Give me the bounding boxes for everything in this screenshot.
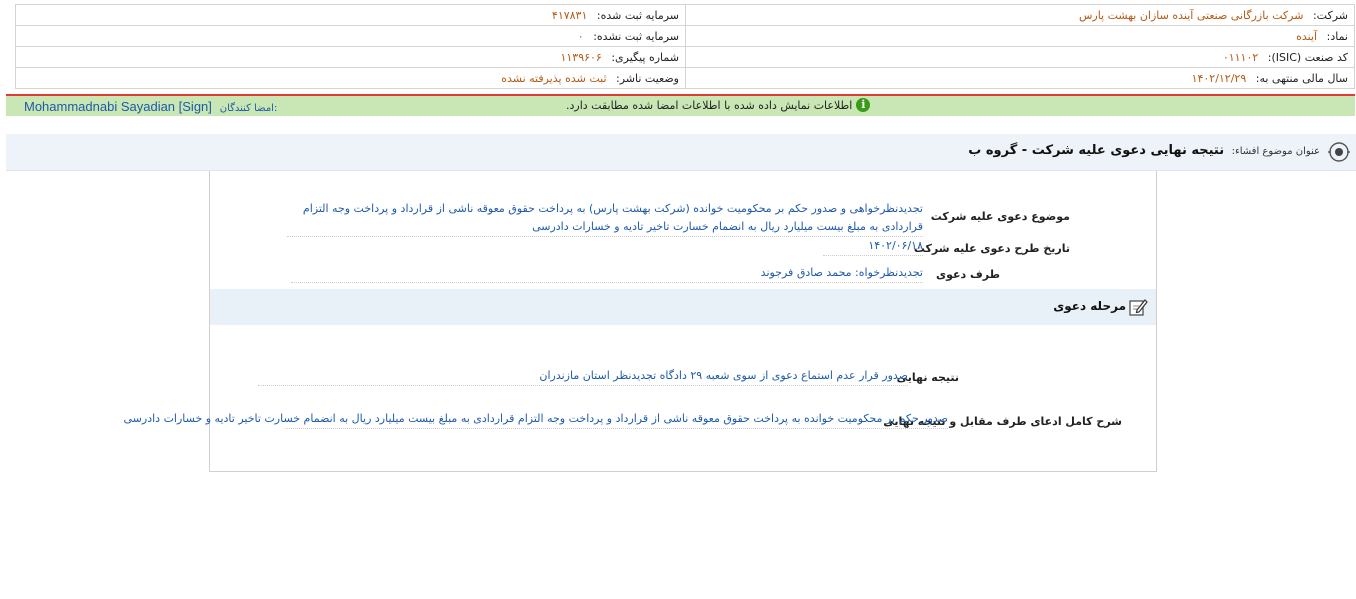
subject-value: تجدیدنظرخواهی و صدور حکم بر محکومیت خوان… bbox=[287, 200, 923, 237]
unregistered-capital-value: ۰ bbox=[577, 29, 584, 43]
registered-capital-label: سرمایه ثبت شده: bbox=[596, 8, 679, 22]
title-text: نتیجه نهایی دعوی علیه شرکت - گروه ب bbox=[968, 143, 1225, 158]
isic-value: ۰۱۱۱۰۲ bbox=[1222, 50, 1259, 64]
tracking-number-cell: شماره پیگیری: ۱۱۳۹۶۰۶ bbox=[15, 46, 686, 68]
unregistered-capital-cell: سرمایه ثبت نشده: ۰ bbox=[15, 25, 686, 47]
signer-link[interactable]: Mohammadnabi Sayadian [Sign] bbox=[24, 99, 212, 114]
stage-section-header: مرحله دعوی bbox=[210, 289, 1156, 325]
edit-icon bbox=[1129, 299, 1148, 316]
description-value: صدور حکم بر محکومیت خوانده به پرداخت حقو… bbox=[124, 410, 948, 429]
company-cell: شرکت: شرکت بازرگانی صنعتی آینده سازان به… bbox=[685, 4, 1355, 26]
subject-label: موضوع دعوی علیه شرکت bbox=[930, 210, 1070, 223]
fiscal-year-label: سال مالی منتهی به: bbox=[1255, 71, 1348, 85]
disclosure-title-bar: عنوان موضوع افشاء: نتیجه نهایی دعوی علیه… bbox=[6, 134, 1356, 171]
symbol-cell: نماد: آینده bbox=[685, 25, 1355, 47]
isic-label: کد صنعت (ISIC): bbox=[1267, 50, 1348, 64]
company-label: شرکت: bbox=[1312, 8, 1348, 22]
info-row: شماره پیگیری: ۱۱۳۹۶۰۶ کد صنعت (ISIC): ۰۱… bbox=[15, 46, 1355, 68]
publisher-status-cell: وضعیت ناشر: ثبت شده پذیرفته نشده bbox=[15, 67, 686, 89]
party-value: تجدیدنظرخواه: محمد صادق فرجوند bbox=[291, 264, 923, 283]
publisher-status-value: ثبت شده پذیرفته نشده bbox=[501, 71, 607, 85]
company-info-table: سرمایه ثبت شده: ۴۱۷۸۳۱ شرکت: شرکت بازرگا… bbox=[15, 4, 1355, 89]
page-title: عنوان موضوع افشاء: نتیجه نهایی دعوی علیه… bbox=[968, 143, 1320, 158]
isic-cell: کد صنعت (ISIC): ۰۱۱۱۰۲ bbox=[685, 46, 1355, 68]
fiscal-year-value: ۱۴۰۲/۱۲/۲۹ bbox=[1191, 71, 1247, 85]
fiscal-year-cell: سال مالی منتهی به: ۱۴۰۲/۱۲/۲۹ bbox=[685, 67, 1355, 89]
notice-message: اطلاعات نمایش داده شده با اطلاعات امضا ش… bbox=[566, 98, 853, 112]
notice-message-wrap: i اطلاعات نمایش داده شده با اطلاعات امضا… bbox=[566, 98, 871, 112]
company-value: شرکت بازرگانی صنعتی آینده سازان بهشت پار… bbox=[1078, 8, 1304, 22]
symbol-label: نماد: bbox=[1326, 29, 1348, 43]
symbol-value: آینده bbox=[1296, 29, 1318, 43]
tracking-number-label: شماره پیگیری: bbox=[611, 50, 679, 64]
signers-label: امضا کنندگان: bbox=[219, 103, 278, 114]
title-label: عنوان موضوع افشاء: bbox=[1231, 146, 1320, 157]
info-row: وضعیت ناشر: ثبت شده پذیرفته نشده سال مال… bbox=[15, 67, 1355, 89]
registered-capital-value: ۴۱۷۸۳۱ bbox=[551, 8, 588, 22]
date-value: ۱۴۰۲/۰۶/۱۸ bbox=[823, 237, 923, 256]
date-label: تاریخ طرح دعوی علیه شرکت bbox=[913, 242, 1070, 255]
registered-capital-cell: سرمایه ثبت شده: ۴۱۷۸۳۱ bbox=[15, 4, 686, 26]
signers: Mohammadnabi Sayadian [Sign] امضا کنندگا… bbox=[24, 99, 277, 114]
stage-title: مرحله دعوی bbox=[1053, 299, 1126, 313]
party-label: طرف دعوی bbox=[936, 268, 1000, 281]
lawsuit-panel: موضوع دعوی علیه شرکت تجدیدنظرخواهی و صدو… bbox=[124, 171, 1157, 472]
target-icon bbox=[1328, 142, 1350, 162]
info-row: سرمایه ثبت شده: ۴۱۷۸۳۱ شرکت: شرکت بازرگا… bbox=[15, 4, 1355, 26]
verification-notice: Mohammadnabi Sayadian [Sign] امضا کنندگا… bbox=[6, 94, 1355, 116]
result-value: صدور قرار عدم استماع دعوی از سوی شعبه ۲۹… bbox=[258, 367, 908, 386]
info-row: سرمایه ثبت نشده: ۰ نماد: آینده bbox=[15, 25, 1355, 47]
tracking-number-value: ۱۱۳۹۶۰۶ bbox=[560, 50, 602, 64]
unregistered-capital-label: سرمایه ثبت نشده: bbox=[593, 29, 679, 43]
publisher-status-label: وضعیت ناشر: bbox=[616, 71, 679, 85]
info-icon: i bbox=[856, 98, 871, 112]
